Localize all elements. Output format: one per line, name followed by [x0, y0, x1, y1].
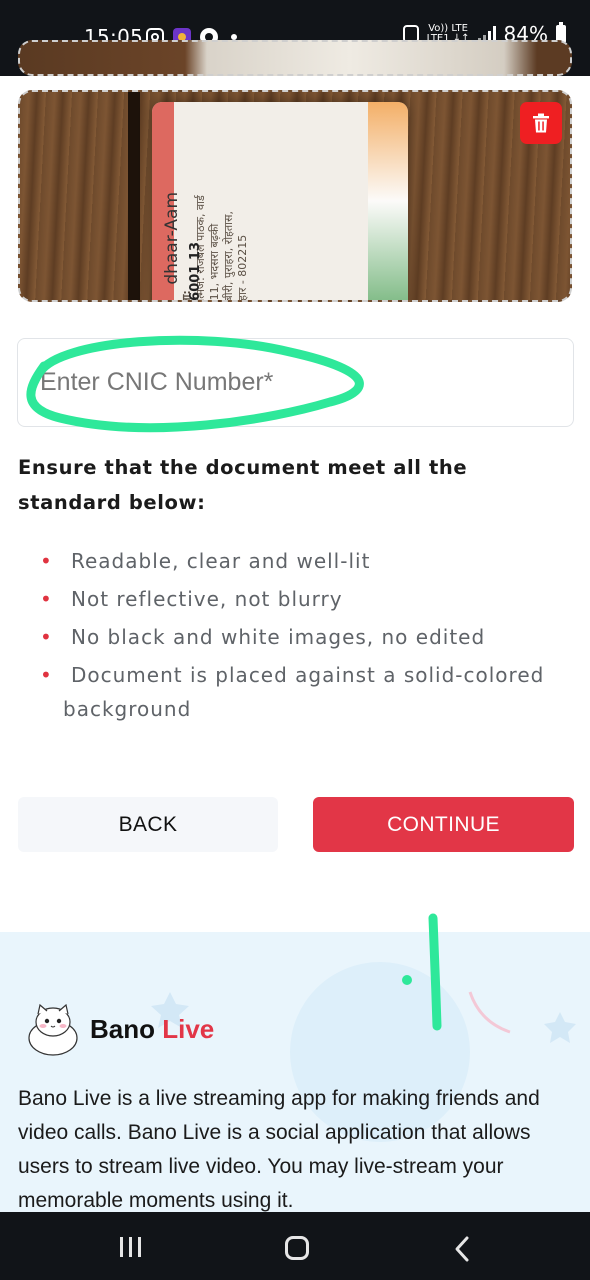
system-navigation-bar: [0, 1212, 590, 1280]
card-brand-partial: dhaar-Aam: [162, 192, 182, 285]
card-address-line: बिहार - 802215: [236, 234, 249, 302]
home-icon[interactable]: [285, 1236, 309, 1260]
requirement-item: • Not reflective, not blurry: [40, 582, 580, 616]
back-icon[interactable]: [452, 1235, 472, 1263]
card-number-partial: 6001 13: [188, 242, 203, 301]
requirement-text: No black and white images, no edited: [71, 625, 486, 649]
requirement-item: • Document is placed against a solid-colo…: [40, 658, 580, 726]
card-address-line: कबीरी, पुराहरा, रोहतास,: [222, 211, 235, 302]
recent-apps-icon[interactable]: [120, 1237, 141, 1257]
promo-title: Bano Live: [90, 1014, 214, 1045]
bullet-dot: •: [40, 625, 53, 649]
promo-section: Bano Live Bano Live is a live streaming …: [0, 932, 590, 1214]
requirement-item: • No black and white images, no edited: [40, 620, 580, 654]
bullet-dot: •: [40, 587, 53, 611]
uploaded-document-image-back: पता: आत्मज: राजबल पाठक, वार्ड नं 11, भदस…: [18, 90, 572, 302]
bullet-dot: •: [40, 549, 53, 573]
card-address-text: पता: आत्मज: राजबल पाठक, वार्ड नं 11, भदस…: [180, 110, 370, 302]
trash-icon: [533, 113, 549, 133]
cat-mascot-icon: [28, 1003, 78, 1056]
requirements-list: • Readable, clear and well-lit • Not refle…: [40, 544, 580, 730]
cnic-number-input[interactable]: [18, 339, 573, 426]
card-address-line: नं 11, भदसरा बढ़की: [208, 223, 221, 302]
requirement-text: Readable, clear and well-lit: [71, 549, 371, 573]
bullet-dot: •: [40, 663, 53, 687]
card-tricolor-band: [368, 102, 408, 300]
requirement-text: Document is placed against a solid-color…: [71, 663, 545, 687]
card-shadow-edge: [128, 92, 140, 300]
promo-description: Bano Live is a live streaming app for ma…: [18, 1087, 540, 1212]
back-button[interactable]: BACK: [18, 797, 278, 852]
aadhaar-card-photo: पता: आत्मज: राजबल पाठक, वार्ड नं 11, भदस…: [152, 102, 408, 302]
requirement-item: • Readable, clear and well-lit: [40, 544, 580, 578]
promo-title-main: Bano: [90, 1014, 163, 1044]
uploaded-document-image-front: [18, 40, 572, 76]
promo-title-accent: Live: [162, 1014, 215, 1044]
delete-image-button[interactable]: [520, 102, 562, 144]
continue-button[interactable]: CONTINUE: [313, 797, 574, 852]
requirement-text-continuation: background: [63, 697, 192, 721]
requirement-text: Not reflective, not blurry: [71, 587, 343, 611]
cnic-field-container: [17, 338, 574, 427]
screen: 15:05 Vo)) LTE LTE1 ↓↑ 84% पता: आत्मज: र…: [0, 0, 590, 1280]
requirements-heading: Ensure that the document meet all the st…: [18, 456, 468, 514]
